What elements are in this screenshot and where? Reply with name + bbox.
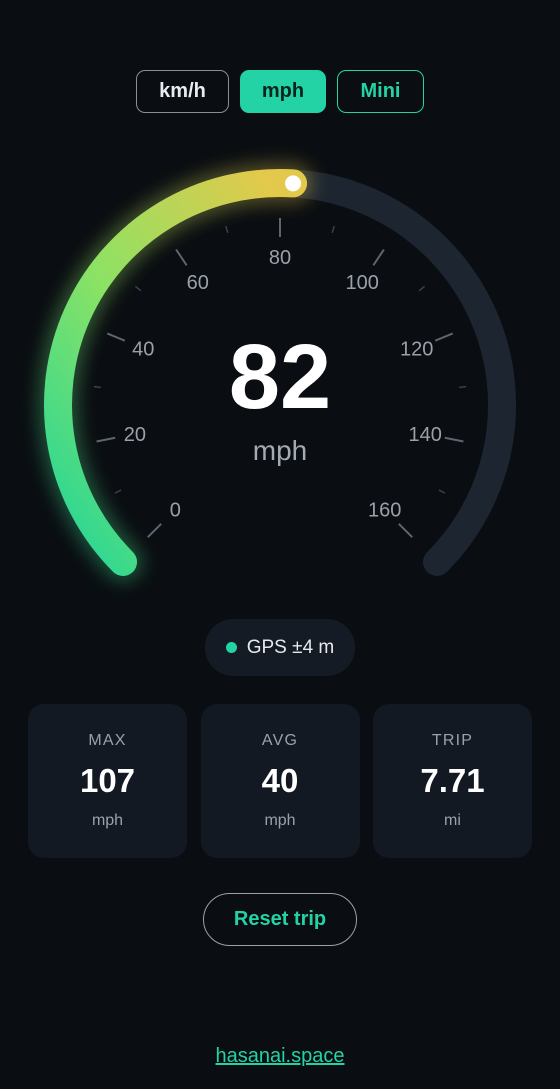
tick-label: 100 (346, 272, 379, 294)
tick-label: 40 (132, 338, 154, 360)
tick-label: 80 (269, 247, 291, 269)
reset-trip-button[interactable]: Reset trip (203, 893, 357, 946)
minor-tick (225, 225, 229, 233)
tick-label: 0 (170, 500, 181, 522)
speedometer-gauge: 0 20 40 60 80 100 120 140 160 82 mph (0, 140, 560, 600)
minor-tick (438, 489, 446, 494)
stat-value: 7.71 (420, 762, 485, 799)
kmh-button[interactable]: km/h (136, 70, 229, 113)
major-tick (398, 523, 413, 538)
minor-tick (114, 489, 122, 494)
gps-accuracy: GPS ±4 m (246, 636, 335, 658)
gauge-needle-knob (285, 175, 302, 192)
minor-tick (93, 385, 101, 389)
stat-unit: mph (264, 812, 296, 829)
tick-label: 120 (400, 338, 433, 360)
speed-unit: mph (253, 435, 307, 466)
minor-tick (459, 385, 467, 389)
major-tick (434, 332, 454, 342)
major-tick (96, 436, 116, 443)
unit-toggle: km/h mph Mini (0, 70, 560, 113)
stat-label: TRIP (431, 732, 474, 749)
current-speed: 82 (229, 326, 331, 428)
minor-tick (134, 285, 142, 292)
gps-status-pill: GPS ±4 m (205, 619, 355, 676)
major-tick (444, 436, 464, 443)
gps-status-dot (225, 642, 237, 653)
mini-button[interactable]: Mini (337, 70, 424, 113)
trip-stats: MAX 107 mph AVG 40 mph TRIP 7.71 mi (28, 704, 532, 858)
minor-tick (418, 285, 426, 292)
stat-card-trip: TRIP 7.71 mi (373, 704, 532, 858)
stat-label: AVG (261, 732, 299, 749)
stat-value: 107 (79, 762, 136, 799)
footer-link[interactable]: hasanai.space (0, 1045, 560, 1068)
stat-card-avg: AVG 40 mph (200, 704, 360, 858)
stat-unit: mph (91, 812, 124, 829)
gauge-svg: 0 20 40 60 80 100 120 140 160 82 mph (38, 163, 516, 582)
stat-label: MAX (88, 732, 127, 749)
major-tick (147, 523, 162, 538)
major-tick (106, 332, 126, 342)
stat-value: 40 (261, 762, 299, 799)
tick-label: 20 (124, 424, 146, 446)
tick-label: 160 (368, 500, 401, 522)
stat-unit: mi (444, 812, 461, 829)
major-tick (175, 248, 188, 266)
mph-button[interactable]: mph (240, 70, 326, 113)
minor-tick (331, 225, 335, 233)
tick-label: 140 (408, 424, 441, 446)
stat-card-max: MAX 107 mph (28, 704, 187, 858)
major-tick (372, 248, 385, 266)
tick-label: 60 (187, 272, 209, 294)
